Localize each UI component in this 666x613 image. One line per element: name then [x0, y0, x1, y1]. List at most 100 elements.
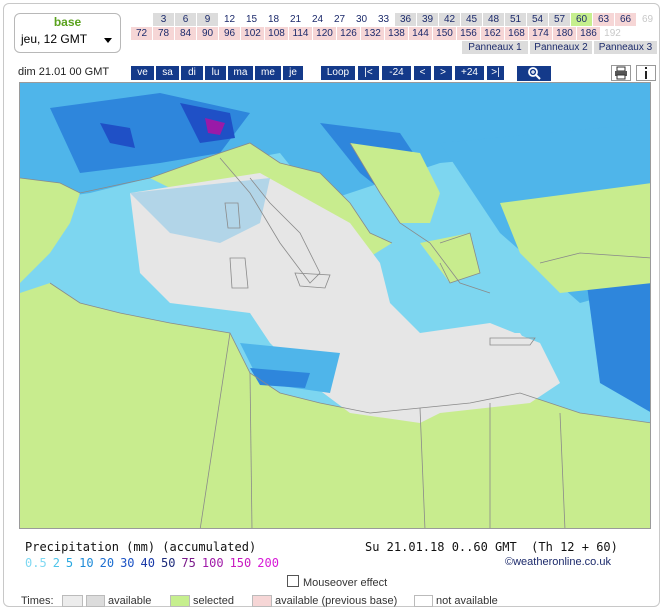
- mouseover-toggle[interactable]: Mouseover effect: [287, 575, 387, 589]
- hour-cell-108[interactable]: 108: [265, 27, 288, 40]
- hour-cell-54[interactable]: 54: [527, 13, 548, 26]
- map-image: [20, 83, 650, 528]
- day-di[interactable]: di: [181, 66, 203, 80]
- panneaux-2-button[interactable]: Panneaux 2: [530, 41, 592, 54]
- times-legend: Times: available selected available (pre…: [0, 594, 666, 610]
- hour-cell-114[interactable]: 114: [289, 27, 312, 40]
- day-sa[interactable]: sa: [156, 66, 179, 80]
- day-je[interactable]: je: [283, 66, 303, 80]
- hour-cell-66[interactable]: 66: [615, 13, 636, 26]
- hour-cell-72[interactable]: 72: [131, 27, 152, 40]
- hour-cell-84[interactable]: 84: [175, 27, 196, 40]
- current-date-label: dim 21.01 00 GMT: [18, 66, 110, 78]
- day-ma[interactable]: ma: [228, 66, 253, 80]
- hour-cell-192: 192: [604, 28, 621, 39]
- last-button[interactable]: >|: [487, 66, 504, 80]
- hour-cell-18[interactable]: 18: [263, 13, 284, 26]
- hour-cell-3[interactable]: 3: [153, 13, 174, 26]
- hour-cell-24[interactable]: 24: [307, 13, 328, 26]
- base-select-value: jeu, 12 GMT: [21, 32, 88, 46]
- hour-cell-27[interactable]: 27: [329, 13, 350, 26]
- hour-cell-150[interactable]: 150: [433, 27, 456, 40]
- hour-cell-138[interactable]: 138: [385, 27, 408, 40]
- back-24-button[interactable]: -24: [382, 66, 411, 80]
- day-ve[interactable]: ve: [131, 66, 154, 80]
- hour-cell-42[interactable]: 42: [439, 13, 460, 26]
- hour-cell-57[interactable]: 57: [549, 13, 570, 26]
- legend-value-0: 0.5: [25, 556, 47, 570]
- hour-cell-90[interactable]: 90: [197, 27, 218, 40]
- panneaux-3-button[interactable]: Panneaux 3: [594, 41, 657, 54]
- base-selector-box: base jeu, 12 GMT: [14, 13, 121, 53]
- base-label: base: [53, 15, 82, 29]
- base-select[interactable]: jeu, 12 GMT: [21, 32, 114, 50]
- loop-button[interactable]: Loop: [321, 66, 355, 80]
- times-selected-label: selected: [193, 595, 234, 607]
- precipitation-map[interactable]: [19, 82, 651, 529]
- legend-value-11: 200: [257, 556, 279, 570]
- hour-cell-12[interactable]: 12: [219, 13, 240, 26]
- legend-title: Precipitation (mm) (accumulated): [25, 540, 257, 554]
- swatch-selected: [170, 595, 190, 607]
- legend-value-5: 30: [120, 556, 135, 570]
- hour-cell-180[interactable]: 180: [553, 27, 576, 40]
- hour-cell-60[interactable]: 60: [571, 13, 592, 26]
- hour-cell-69: 69: [641, 14, 654, 25]
- legend-value-1: 2: [52, 556, 60, 570]
- credit-link[interactable]: ©weatheronline.co.uk: [505, 556, 611, 568]
- next-button[interactable]: >: [434, 66, 452, 80]
- times-not-available-label: not available: [436, 595, 498, 607]
- legend-value-2: 5: [65, 556, 74, 570]
- hour-cell-168[interactable]: 168: [505, 27, 528, 40]
- hour-cell-162[interactable]: 162: [481, 27, 504, 40]
- hour-cell-63[interactable]: 63: [593, 13, 614, 26]
- hour-cell-45[interactable]: 45: [461, 13, 482, 26]
- info-button[interactable]: [636, 65, 656, 81]
- legend-value-3: 10: [79, 556, 94, 570]
- chevron-down-icon: [104, 38, 112, 43]
- print-button[interactable]: [611, 65, 631, 81]
- times-label: Times:: [21, 595, 54, 607]
- hour-cell-33[interactable]: 33: [373, 13, 394, 26]
- legend-value-7: 50: [160, 556, 176, 570]
- first-button[interactable]: |<: [358, 66, 379, 80]
- swatch-not-available: [414, 595, 433, 607]
- legend-values: 0.5 2 5 10 20 30 40 50 75 100 150 200: [25, 556, 285, 570]
- hour-cell-48[interactable]: 48: [483, 13, 504, 26]
- day-lu[interactable]: lu: [205, 66, 226, 80]
- times-available-label: available: [108, 595, 152, 607]
- day-me[interactable]: me: [255, 66, 281, 80]
- hour-cell-39[interactable]: 39: [417, 13, 438, 26]
- hour-cell-102[interactable]: 102: [241, 27, 264, 40]
- legend-value-4: 20: [99, 556, 115, 570]
- hour-cell-126[interactable]: 126: [337, 27, 360, 40]
- zoom-button[interactable]: [517, 66, 551, 81]
- prev-button[interactable]: <: [414, 66, 431, 80]
- print-icon: [615, 66, 627, 80]
- hour-cell-186[interactable]: 186: [577, 27, 600, 40]
- hour-cell-78[interactable]: 78: [153, 27, 174, 40]
- swatch-previous: [252, 595, 272, 607]
- hour-cell-96[interactable]: 96: [219, 27, 240, 40]
- zoom-icon: [528, 67, 541, 80]
- hour-cell-15[interactable]: 15: [241, 13, 262, 26]
- times-previous-label: available (previous base): [275, 595, 398, 607]
- swatch-available-light: [62, 595, 83, 607]
- hour-cell-120[interactable]: 120: [313, 27, 336, 40]
- forward-24-button[interactable]: +24: [455, 66, 484, 80]
- legend-value-10: 150: [229, 556, 252, 570]
- hour-cell-174[interactable]: 174: [529, 27, 552, 40]
- swatch-available: [86, 595, 105, 607]
- hour-cell-51[interactable]: 51: [505, 13, 526, 26]
- hour-cell-144[interactable]: 144: [409, 27, 432, 40]
- hour-cell-6[interactable]: 6: [175, 13, 196, 26]
- mouseover-checkbox[interactable]: [287, 575, 299, 587]
- hour-cell-156[interactable]: 156: [457, 27, 480, 40]
- hour-cell-21[interactable]: 21: [285, 13, 306, 26]
- panneaux-1-button[interactable]: Panneaux 1: [462, 41, 528, 54]
- hour-cell-30[interactable]: 30: [351, 13, 372, 26]
- legend-value-9: 100: [201, 556, 224, 570]
- hour-cell-36[interactable]: 36: [395, 13, 416, 26]
- hour-cell-9[interactable]: 9: [197, 13, 218, 26]
- hour-cell-132[interactable]: 132: [361, 27, 384, 40]
